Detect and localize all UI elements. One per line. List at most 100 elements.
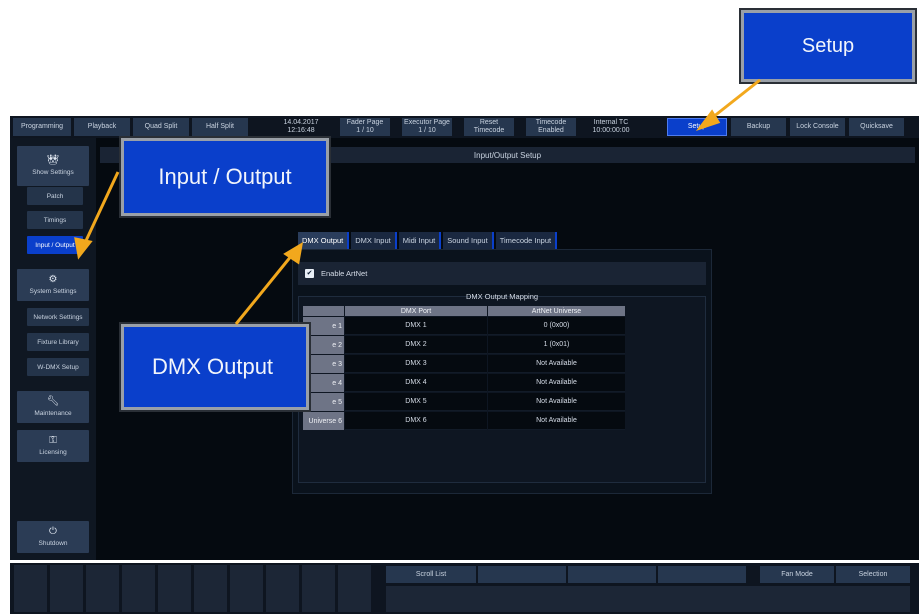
- tab-midi-input[interactable]: Midi Input: [398, 232, 442, 249]
- tab-timecode-input[interactable]: Timecode Input: [495, 232, 558, 249]
- enable-artnet-row[interactable]: ✔ Enable ArtNet: [298, 262, 706, 285]
- sidebar-item-wdmx-setup[interactable]: W-DMX Setup: [27, 358, 89, 376]
- internal-tc-display: Internal TC 10:00:00:00: [586, 118, 636, 136]
- sidebar-item-input-output[interactable]: Input / Output: [27, 236, 83, 254]
- blank-softkey[interactable]: [568, 566, 656, 583]
- row-label: e 3: [303, 355, 344, 373]
- table-cell-universe[interactable]: 1 (0x01): [488, 336, 625, 354]
- table-cell-port[interactable]: DMX 2: [345, 336, 487, 354]
- table-cell-universe[interactable]: Not Available: [488, 355, 625, 373]
- sidebar-item-label: Maintenance: [34, 410, 72, 417]
- column-header-dmx-port: DMX Port: [345, 306, 487, 316]
- mapping-title: DMX Output Mapping: [465, 291, 539, 301]
- timecode-enabled-button[interactable]: Timecode Enabled: [526, 118, 576, 136]
- executor-page-label: Executor Page: [404, 119, 450, 126]
- lock-console-button[interactable]: Lock Console: [790, 118, 845, 136]
- dmx-output-callout-label: DMX Output: [152, 354, 274, 379]
- sidebar-item-patch[interactable]: Patch: [27, 187, 83, 205]
- sidebar-item-fixture-library[interactable]: Fixture Library: [27, 333, 89, 351]
- blank-softkey[interactable]: [478, 566, 566, 583]
- tab-sound-input[interactable]: Sound Input: [443, 232, 494, 249]
- column-header-blank: [303, 306, 344, 316]
- fader-page-value: 1 / 10: [356, 127, 374, 134]
- timecode-line1: Timecode: [535, 119, 567, 126]
- sidebar-item-shutdown[interactable]: ⏻ Shutdown: [17, 521, 89, 553]
- date-text: 14.04.2017: [283, 119, 319, 126]
- timecode-line2: Enabled: [538, 127, 564, 134]
- sidebar-item-licensing[interactable]: ⚿ Licensing: [17, 430, 89, 462]
- sidebar-item-label: System Settings: [29, 288, 77, 295]
- setup-arrow: [707, 78, 761, 123]
- scroll-list-button[interactable]: Scroll List: [386, 566, 476, 583]
- quicksave-button[interactable]: Quicksave: [849, 118, 904, 136]
- fader-page-label: Fader Page: [346, 119, 384, 126]
- tab-dmx-input[interactable]: DMX Input: [351, 232, 397, 249]
- setup-callout: Setup: [741, 10, 915, 82]
- table-cell-port[interactable]: DMX 3: [345, 355, 487, 373]
- executor-slot[interactable]: [194, 565, 227, 612]
- table-cell-port[interactable]: DMX 1: [345, 317, 487, 335]
- executor-page-button[interactable]: Executor Page 1 / 10: [402, 118, 452, 136]
- backup-button[interactable]: Backup: [731, 118, 786, 136]
- table-cell-universe[interactable]: Not Available: [488, 393, 625, 411]
- fan-mode-button[interactable]: Fan Mode: [760, 566, 834, 583]
- executor-slot[interactable]: [230, 565, 263, 612]
- playback-button[interactable]: Playback: [74, 118, 130, 136]
- sidebar-item-system-settings[interactable]: ⚙ System Settings: [17, 269, 89, 301]
- table-cell-universe[interactable]: 0 (0x00): [488, 317, 625, 335]
- sidebar-item-maintenance[interactable]: 🔧︎ Maintenance: [17, 391, 89, 423]
- executor-slot[interactable]: [338, 565, 371, 612]
- date-time-display: 14.04.2017 12:16:48: [276, 118, 326, 136]
- internal-tc-line1: Internal TC: [593, 119, 629, 126]
- time-text: 12:16:48: [287, 127, 315, 134]
- tab-dmx-output[interactable]: DMX Output: [298, 232, 350, 249]
- fader-page-button[interactable]: Fader Page 1 / 10: [340, 118, 390, 136]
- reset-timecode-line2: Timecode: [473, 127, 505, 134]
- quad-split-button[interactable]: Quad Split: [133, 118, 189, 136]
- power-icon: ⏻: [49, 526, 57, 537]
- top-toolbar: Programming Playback Quad Split Half Spl…: [10, 116, 919, 138]
- table-cell-port[interactable]: DMX 5: [345, 393, 487, 411]
- input-output-callout: Input / Output: [121, 138, 329, 216]
- sidebar-item-label: Show Settings: [32, 169, 74, 176]
- row-label: e 4: [303, 374, 344, 392]
- executor-slot[interactable]: [302, 565, 335, 612]
- row-label: e 1: [303, 317, 344, 335]
- table-cell-port[interactable]: DMX 4: [345, 374, 487, 392]
- setup-button[interactable]: Setup: [667, 118, 727, 136]
- gears-icon: ⚙: [48, 274, 58, 285]
- io-tab-strip: DMX Output DMX Input Midi Input Sound In…: [298, 232, 558, 249]
- executor-page-value: 1 / 10: [418, 127, 436, 134]
- selection-button[interactable]: Selection: [836, 566, 910, 583]
- row-label: Universe 6: [303, 412, 344, 430]
- table-cell-universe[interactable]: Not Available: [488, 412, 625, 430]
- executor-slot[interactable]: [14, 565, 47, 612]
- executor-slot[interactable]: [50, 565, 83, 612]
- column-header-artnet-universe: ArtNet Universe: [488, 306, 625, 316]
- checkmark-icon[interactable]: ✔: [305, 269, 314, 278]
- sidebar-item-timings[interactable]: Timings: [27, 211, 83, 229]
- blank-softkey[interactable]: [658, 566, 746, 583]
- executor-slot[interactable]: [158, 565, 191, 612]
- table-cell-port[interactable]: DMX 6: [345, 412, 487, 430]
- row-label: e 5: [303, 393, 344, 411]
- dmx-output-callout: DMX Output: [121, 324, 309, 410]
- programming-button[interactable]: Programming: [13, 118, 71, 136]
- executor-slot[interactable]: [266, 565, 299, 612]
- settings-sidebar: 👑︎ Show Settings Patch Timings Input / O…: [10, 138, 96, 560]
- bottom-executor-bar: Scroll List Fan Mode Selection: [10, 563, 919, 614]
- sidebar-item-label: Licensing: [39, 449, 67, 456]
- reset-timecode-button[interactable]: Reset Timecode: [464, 118, 514, 136]
- half-split-button[interactable]: Half Split: [192, 118, 248, 136]
- executor-slot[interactable]: [122, 565, 155, 612]
- reset-timecode-line1: Reset: [479, 119, 499, 126]
- crown-icon: 👑︎: [46, 155, 60, 166]
- executor-slot[interactable]: [86, 565, 119, 612]
- wrench-icon: 🔧︎: [46, 396, 60, 407]
- sidebar-item-label: Shutdown: [38, 540, 68, 547]
- row-label: e 2: [303, 336, 344, 354]
- sidebar-item-network-settings[interactable]: Network Settings: [27, 308, 89, 326]
- encoder-strip[interactable]: [386, 586, 910, 612]
- sidebar-item-show-settings[interactable]: 👑︎ Show Settings: [17, 146, 89, 186]
- table-cell-universe[interactable]: Not Available: [488, 374, 625, 392]
